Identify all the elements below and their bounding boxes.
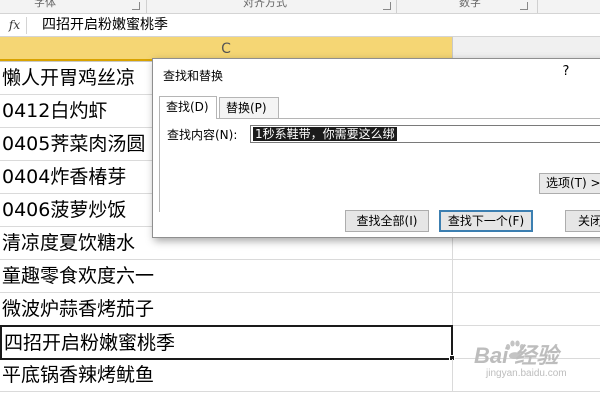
ribbon-separator [537,0,538,13]
active-cell-c[interactable]: 四招开启粉嫩蜜桃季 [0,325,453,360]
cell-d[interactable] [454,293,600,326]
cell-c[interactable]: 平底锅香辣烤鱿鱼 [0,359,453,392]
formula-bar-input[interactable]: 四招开启粉嫩蜜桃季 [42,16,168,35]
find-what-input[interactable]: 1秒系鞋带，你需要这么绑 [250,125,600,143]
find-all-button[interactable]: 查找全部(I) [345,210,429,232]
watermark-brand: Bai 经验 [474,343,559,368]
formula-bar: fx 四招开启粉嫩蜜桃季 [0,14,600,37]
cell-c[interactable]: 童趣零食欢度六一 [0,260,453,293]
find-replace-dialog: 查找和替换 ? 查找(D) 替换(P) 查找内容(N): 1秒系鞋带，你需要这么… [152,58,600,238]
ribbon-group-labels: 字体 对齐方式 数字 [0,0,600,14]
ribbon-separator [396,0,397,13]
ribbon-group-number: 数字 [430,0,510,13]
tab-find[interactable]: 查找(D) [159,96,217,119]
table-row: 微波炉蒜香烤茄子 [0,293,600,326]
number-dialog-launcher-icon[interactable] [520,2,528,10]
ribbon-group-alignment-label: 对齐方式 [243,0,287,9]
find-what-value: 1秒系鞋带，你需要这么绑 [253,127,397,141]
insert-function-button[interactable]: fx [3,17,27,34]
close-button[interactable]: 关闭 [565,210,600,232]
table-row: 童趣零食欢度六一 [0,260,600,293]
cell-c[interactable]: 微波炉蒜香烤茄子 [0,293,453,326]
find-next-button[interactable]: 查找下一个(F) [439,210,533,232]
watermark-url: jingyan.baidu.com [486,368,567,379]
ribbon-group-font: 字体 [0,0,90,13]
baidu-jingyan-watermark: Bai 经验 jingyan.baidu.com [468,338,598,394]
dialog-title: 查找和替换 [163,69,224,83]
find-what-label: 查找内容(N): [167,128,238,142]
ribbon-group-alignment: 对齐方式 [200,0,330,13]
cell-d[interactable] [454,260,600,293]
ribbon-group-number-label: 数字 [459,0,481,9]
alignment-dialog-launcher-icon[interactable] [383,2,391,10]
question-mark-icon[interactable]: ? [559,64,573,79]
ribbon-group-font-label: 字体 [34,0,56,9]
font-dialog-launcher-icon[interactable] [132,2,140,10]
tab-replace[interactable]: 替换(P) [219,97,279,118]
ribbon-separator [146,0,147,13]
options-button[interactable]: 选项(T) >> [539,173,600,194]
